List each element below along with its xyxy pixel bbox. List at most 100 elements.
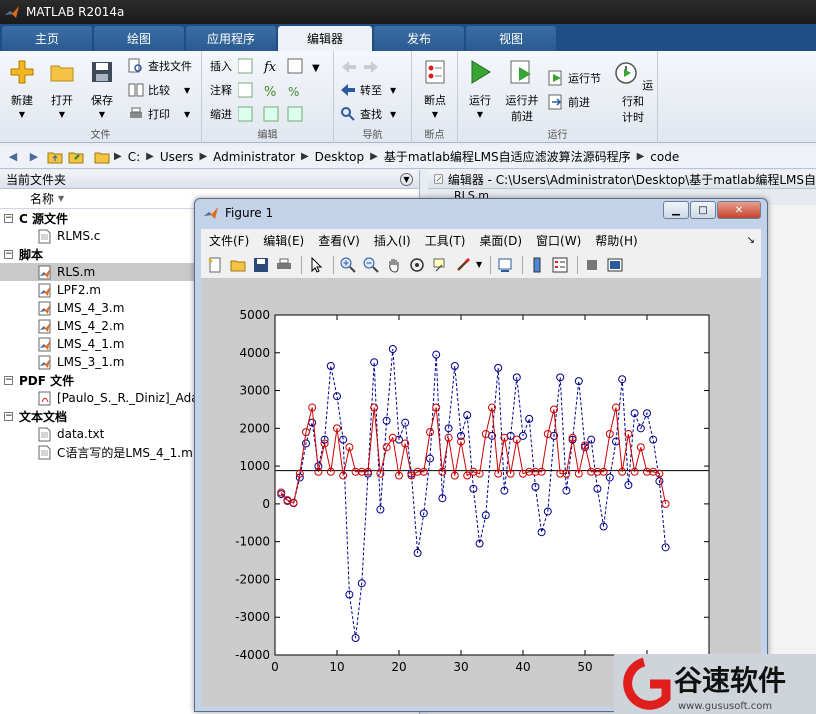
edit-group: 插入 注释 缩进 fx ▼ %% 编辑 — [202, 51, 334, 143]
folder-icon — [94, 152, 110, 163]
tab-home[interactable]: 主页 — [2, 26, 92, 51]
up-folder-icon[interactable] — [46, 148, 64, 166]
open-button[interactable]: 打开 ▼ — [42, 59, 82, 119]
text-file-icon — [38, 427, 51, 441]
legend-icon[interactable] — [550, 255, 570, 275]
data-cursor-icon[interactable] — [430, 255, 450, 275]
print-button[interactable]: 打印 ▼ — [128, 103, 190, 125]
new-button[interactable]: 新建 ▼ — [2, 59, 42, 119]
menu-view[interactable]: 查看(V) — [318, 232, 360, 249]
run-and-advance-button[interactable]: 运行并 前进 — [502, 59, 542, 124]
colorbar-icon[interactable] — [527, 255, 547, 275]
collapse-toggle-icon[interactable]: − — [4, 411, 13, 421]
figure-title-bar: Figure 1 ▁ □ ✕ — [195, 199, 767, 227]
zoom-out-icon[interactable] — [361, 255, 381, 275]
panel-menu-icon[interactable]: ▼ — [400, 173, 413, 186]
breakpoints-icon — [425, 60, 445, 84]
run-group: 运行 ▼ 运行并 前进 运行节 前进 运行和 计时 运行 — [458, 51, 658, 143]
tab-plots[interactable]: 绘图 — [94, 26, 184, 51]
figure-title: Figure 1 — [225, 206, 274, 220]
breadcrumb-project[interactable]: 基于matlab编程LMS自适应滤波算法源码程序 — [384, 148, 631, 165]
menu-desktop[interactable]: 桌面(D) — [479, 232, 522, 249]
current-folder-header: 当前文件夹 ▼ — [0, 170, 419, 189]
compare-button[interactable]: 比较 ▼ — [128, 79, 190, 101]
pointer-icon[interactable] — [306, 255, 326, 275]
x-tick-label: 0 — [271, 660, 279, 674]
breakpoints-group: 断点 ▼ 断点 — [412, 51, 458, 143]
rotate-3d-icon[interactable] — [407, 255, 427, 275]
new-figure-icon[interactable] — [205, 255, 225, 275]
browse-folder-icon[interactable] — [67, 148, 85, 166]
menu-tools[interactable]: 工具(T) — [425, 232, 466, 249]
breadcrumb-administrator[interactable]: Administrator — [213, 150, 295, 164]
play-icon — [471, 60, 491, 84]
matlab-logo-icon — [5, 6, 19, 18]
breakpoints-button[interactable]: 断点 ▼ — [415, 59, 455, 119]
comment-button[interactable]: 注释 — [210, 79, 232, 101]
y-tick-label: 1000 — [239, 459, 270, 473]
show-plot-tools-icon[interactable] — [605, 255, 625, 275]
minimize-button[interactable]: ▁ — [663, 201, 689, 219]
plot-axes[interactable]: 010203040506070-4000-3000-2000-100001000… — [201, 279, 761, 707]
collapse-toggle-icon[interactable]: − — [4, 213, 13, 223]
tab-editor[interactable]: 编辑器 — [278, 26, 372, 51]
tab-apps[interactable]: 应用程序 — [186, 26, 276, 51]
find-button[interactable]: 查找 ▼ — [340, 103, 396, 125]
run-button[interactable]: 运行 ▼ — [460, 59, 500, 119]
magnifier-icon — [341, 107, 355, 121]
print-figure-icon[interactable] — [274, 255, 294, 275]
collapse-toggle-icon[interactable]: − — [4, 375, 13, 385]
breakpoints-group-label: 断点 — [424, 130, 445, 141]
edit-group-label: 编辑 — [257, 130, 278, 141]
y-tick-label: -2000 — [235, 572, 270, 586]
plot-area — [274, 314, 710, 656]
file-group-label: 文件 — [90, 130, 111, 141]
close-button[interactable]: ✕ — [717, 201, 761, 219]
navigate-group: 转至 ▼ 查找 ▼ 导航 — [334, 51, 412, 143]
save-figure-icon[interactable] — [251, 255, 271, 275]
insert-button[interactable]: 插入 — [210, 55, 232, 77]
breadcrumb-c[interactable]: C: — [128, 150, 140, 164]
menu-dock-icon[interactable]: ↘ — [747, 235, 755, 246]
watermark-logo: 谷速软件 www.gususoft.com — [614, 654, 816, 714]
tab-view[interactable]: 视图 — [466, 26, 556, 51]
find-files-button[interactable]: 查找文件 — [128, 55, 192, 77]
y-tick-label: -4000 — [235, 648, 270, 662]
run-and-time-button[interactable]: 运行和 计时 — [612, 59, 654, 125]
matlab-file-icon — [38, 265, 51, 279]
pan-hand-icon[interactable] — [384, 255, 404, 275]
back-arrow-icon[interactable]: ◀ — [4, 148, 22, 166]
zoom-in-icon[interactable] — [338, 255, 358, 275]
advance-button[interactable]: 前进 — [548, 91, 590, 113]
menu-insert[interactable]: 插入(I) — [374, 232, 411, 249]
breadcrumb-code[interactable]: code — [650, 150, 679, 164]
file-group: 新建 ▼ 打开 ▼ 保存 ▼ 查找文件 比较 ▼ 打印 ▼ 文件 — [0, 51, 202, 143]
breadcrumb-users[interactable]: Users — [160, 150, 194, 164]
figure-canvas: 010203040506070-4000-3000-2000-100001000… — [201, 279, 761, 707]
run-section-button[interactable]: 运行节 — [548, 67, 601, 89]
save-button[interactable]: 保存 ▼ — [82, 59, 122, 119]
menu-file[interactable]: 文件(F) — [209, 232, 249, 249]
menu-edit[interactable]: 编辑(E) — [263, 232, 304, 249]
open-file-icon[interactable] — [228, 255, 248, 275]
tab-publish[interactable]: 发布 — [374, 26, 464, 51]
forward-arrow-icon[interactable]: ▶ — [25, 148, 43, 166]
ribbon: 新建 ▼ 打开 ▼ 保存 ▼ 查找文件 比较 ▼ 打印 ▼ 文件 插入 注释 缩进 fx ▼ — [0, 51, 816, 143]
back-forward-icon[interactable] — [340, 59, 380, 75]
collapse-toggle-icon[interactable]: − — [4, 249, 13, 259]
link-plot-icon[interactable] — [495, 255, 515, 275]
menu-window[interactable]: 窗口(W) — [536, 232, 581, 249]
y-tick-label: 4000 — [239, 346, 270, 360]
editor-icon — [434, 174, 443, 184]
brush-icon[interactable] — [453, 255, 473, 275]
brush-dropdown-icon[interactable]: ▼ — [476, 260, 482, 269]
y-tick-label: 3000 — [239, 384, 270, 398]
floppy-disk-icon — [92, 62, 112, 82]
indent-button[interactable]: 缩进 — [210, 103, 232, 125]
hide-plot-tools-icon[interactable] — [582, 255, 602, 275]
goto-button[interactable]: 转至 ▼ — [340, 79, 396, 101]
menu-help[interactable]: 帮助(H) — [595, 232, 637, 249]
maximize-button[interactable]: □ — [690, 201, 716, 219]
edit-tools-icon: fx ▼ %% — [238, 58, 320, 122]
breadcrumb-desktop[interactable]: Desktop — [315, 150, 365, 164]
